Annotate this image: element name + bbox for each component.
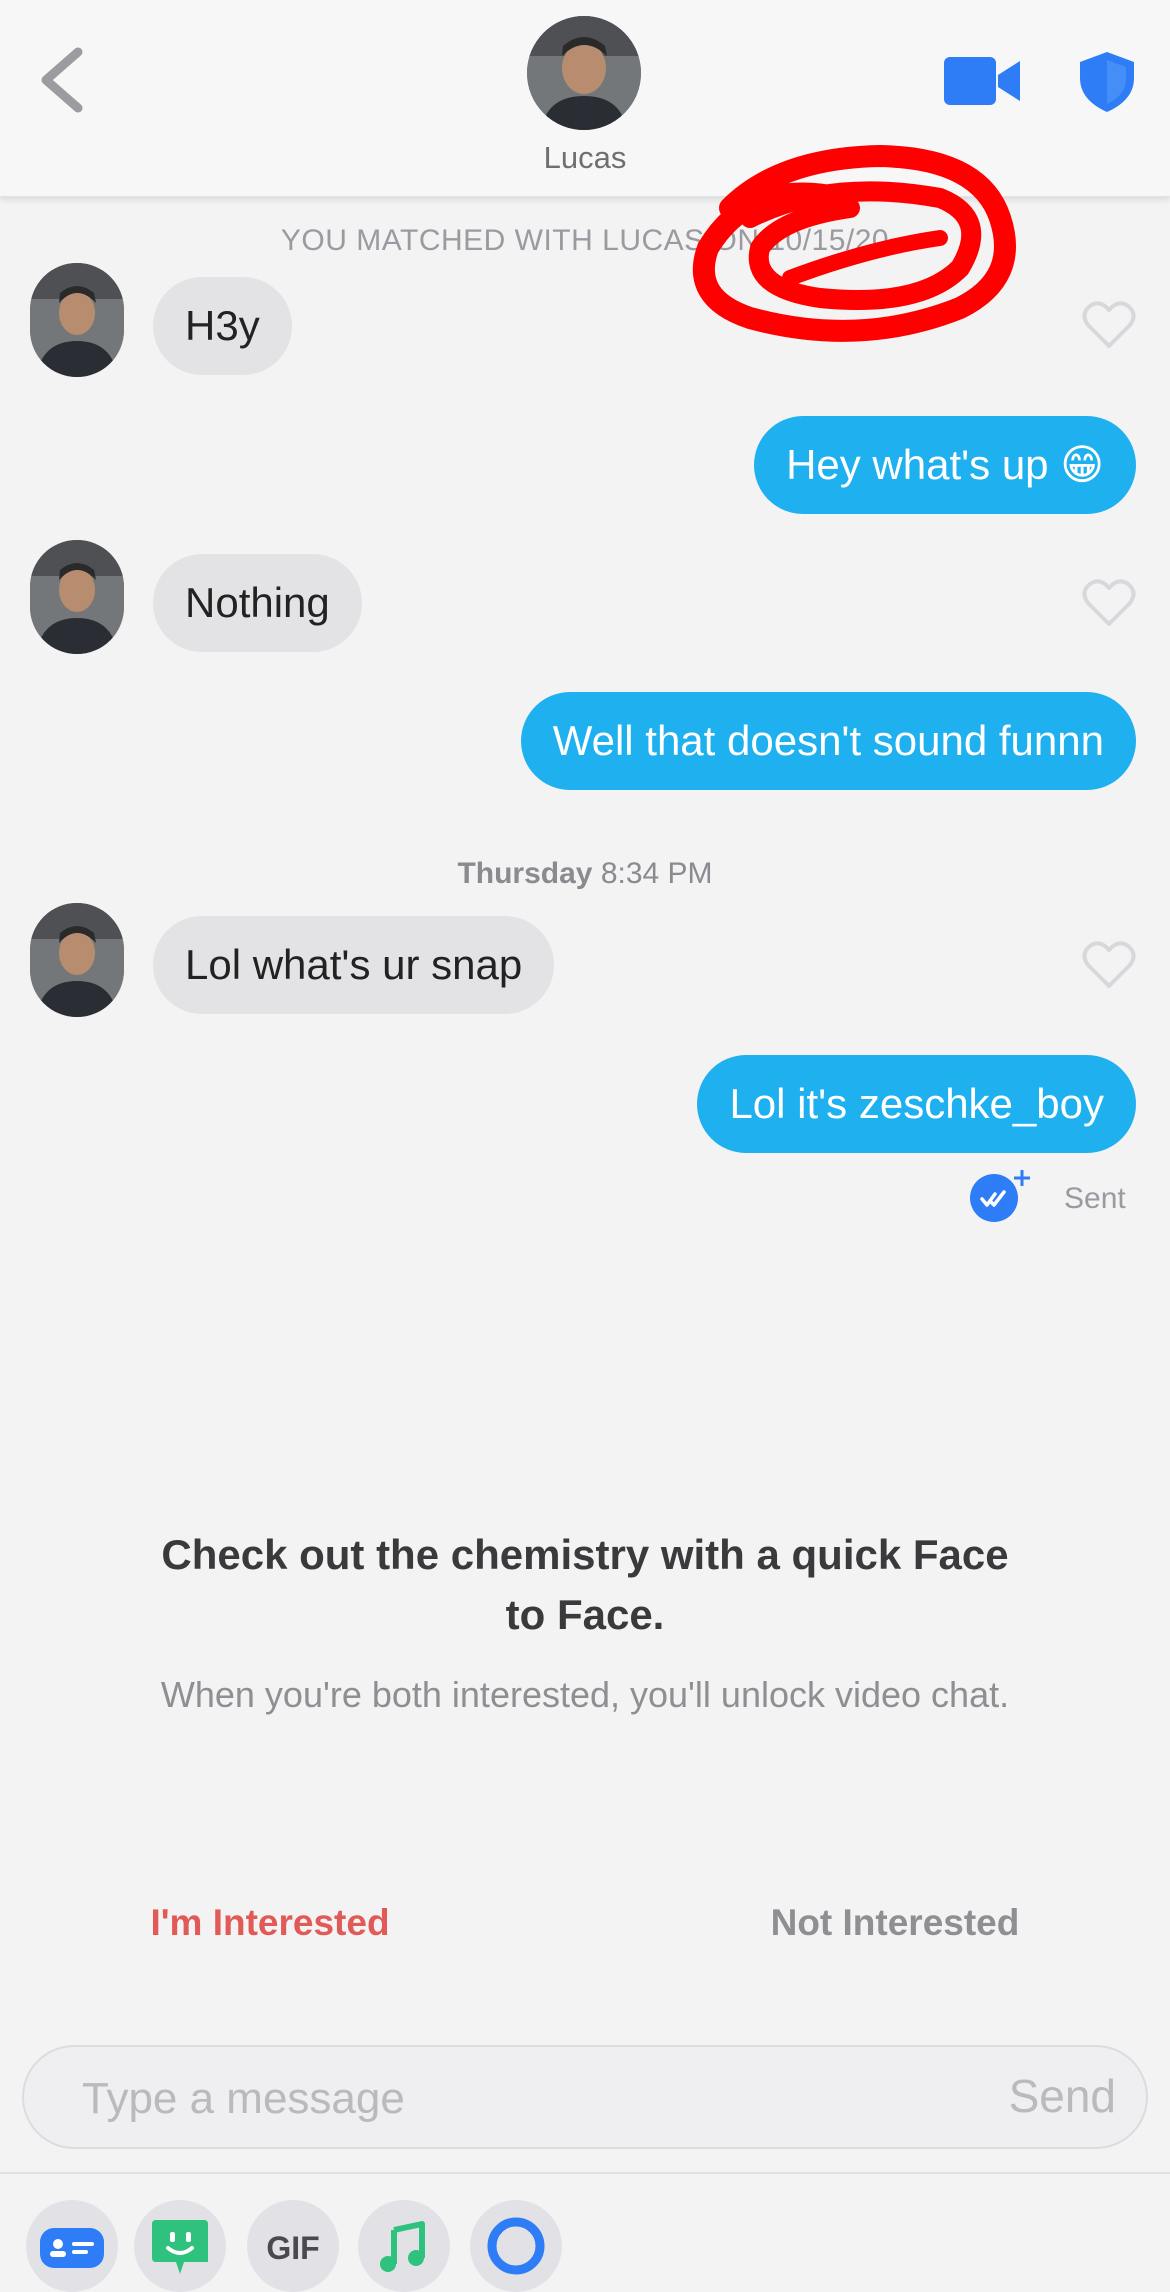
sticker-button[interactable] bbox=[134, 2200, 226, 2292]
like-message-button[interactable] bbox=[1082, 300, 1136, 350]
outgoing-message[interactable]: Well that doesn't sound funnn bbox=[520, 692, 1136, 790]
contact-card-icon bbox=[40, 2228, 104, 2268]
gif-icon: GIF bbox=[266, 2230, 320, 2266]
loop-icon bbox=[487, 2217, 545, 2275]
heart-icon bbox=[1082, 579, 1136, 626]
delivery-status: Sent bbox=[1064, 1182, 1126, 1215]
day-timestamp: Thursday 8:34 PM bbox=[0, 857, 1170, 891]
face-to-face-subtitle: When you're both interested, you'll unlo… bbox=[160, 1674, 1010, 1715]
attachment-toolbar: GIF bbox=[0, 2172, 1170, 2292]
red-scribble-overlay bbox=[692, 144, 1016, 342]
read-receipt-badge[interactable] bbox=[968, 1168, 1032, 1224]
back-chevron-icon bbox=[41, 47, 83, 113]
timestamp-time: 8:34 PM bbox=[600, 857, 713, 890]
video-chat-button[interactable] bbox=[944, 55, 1020, 107]
loop-button[interactable] bbox=[470, 2200, 562, 2292]
message-input[interactable] bbox=[80, 2071, 884, 2127]
avatar-image bbox=[527, 16, 641, 130]
contact-card-button[interactable] bbox=[26, 2200, 118, 2292]
interested-button[interactable]: I'm Interested bbox=[100, 1902, 440, 1944]
heart-icon bbox=[1082, 941, 1136, 988]
video-camera-icon bbox=[944, 57, 1020, 105]
like-message-button[interactable] bbox=[1082, 578, 1136, 628]
message-composer: Send bbox=[22, 2045, 1148, 2149]
shield-icon bbox=[1080, 52, 1134, 112]
read-receipt-icon bbox=[970, 1170, 1030, 1222]
contact-avatar[interactable] bbox=[527, 16, 641, 130]
incoming-message[interactable]: Nothing bbox=[153, 554, 362, 652]
incoming-message[interactable]: Lol what's ur snap bbox=[153, 916, 555, 1014]
sender-avatar[interactable] bbox=[30, 903, 124, 1017]
safety-shield-button[interactable] bbox=[1078, 50, 1136, 114]
avatar-image bbox=[30, 540, 124, 654]
gif-button[interactable]: GIF bbox=[247, 2200, 339, 2292]
not-interested-button[interactable]: Not Interested bbox=[720, 1902, 1070, 1944]
music-button[interactable] bbox=[358, 2200, 450, 2292]
back-button[interactable] bbox=[30, 40, 100, 120]
avatar-image bbox=[30, 263, 124, 377]
avatar-image bbox=[30, 903, 124, 1017]
heart-icon bbox=[1082, 301, 1136, 348]
timestamp-day: Thursday bbox=[457, 857, 593, 890]
sender-avatar[interactable] bbox=[30, 263, 124, 377]
music-note-icon bbox=[380, 2221, 425, 2272]
sticker-icon bbox=[152, 2220, 208, 2274]
face-to-face-title: Check out the chemistry with a quick Fac… bbox=[161, 1531, 1009, 1638]
incoming-message[interactable]: H3y bbox=[153, 277, 292, 375]
like-message-button[interactable] bbox=[1082, 940, 1136, 990]
outgoing-message[interactable]: Lol it's zeschke_boy bbox=[697, 1055, 1136, 1153]
sender-avatar[interactable] bbox=[30, 540, 124, 654]
send-button[interactable]: Send bbox=[1009, 2069, 1116, 2123]
outgoing-message[interactable]: Hey what's up 😁 bbox=[754, 416, 1136, 514]
